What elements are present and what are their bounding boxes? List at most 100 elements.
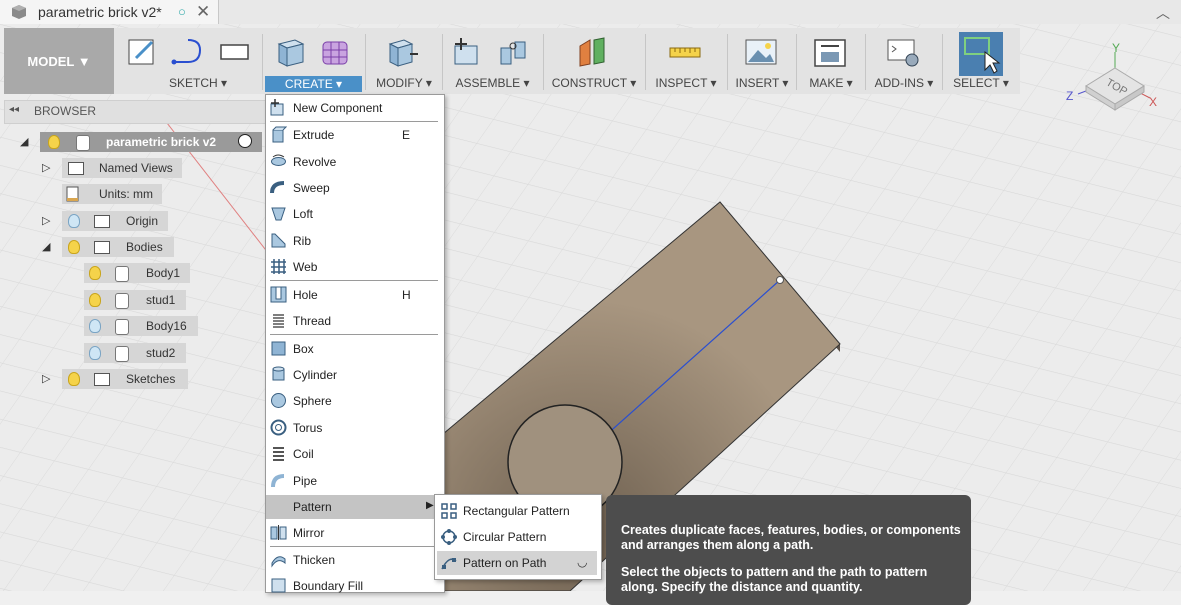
- make-menu[interactable]: MAKE ▾: [799, 76, 863, 90]
- create-menu-button[interactable]: CREATE ▾: [265, 76, 362, 92]
- create-group[interactable]: CREATE ▾: [265, 28, 362, 94]
- rectangular-pattern-icon: [441, 503, 457, 519]
- offset-plane-icon[interactable]: [576, 36, 610, 68]
- create-sketch-icon[interactable]: [126, 36, 160, 68]
- document-icon: [12, 5, 26, 19]
- insert-image-icon[interactable]: [744, 36, 778, 68]
- addins-group[interactable]: ADD-INS ▾: [868, 28, 940, 94]
- menu-item-web[interactable]: Web: [266, 255, 442, 279]
- menu-item-loft[interactable]: Loft: [266, 202, 442, 226]
- insert-group[interactable]: INSERT ▾: [730, 28, 794, 94]
- menu-divider: [270, 280, 438, 281]
- tree-item-named-views[interactable]: Named Views: [62, 158, 182, 178]
- scripts-addins-icon[interactable]: [886, 36, 920, 68]
- visibility-bulb-icon[interactable]: [89, 319, 101, 333]
- tree-item-origin[interactable]: Origin: [62, 211, 168, 231]
- construct-group[interactable]: CONSTRUCT ▾: [546, 28, 642, 94]
- visibility-bulb-icon[interactable]: [89, 346, 101, 360]
- loft-icon: [271, 207, 286, 221]
- menu-item-boundary-fill[interactable]: Boundary Fill: [266, 574, 442, 598]
- addins-menu[interactable]: ADD-INS ▾: [868, 76, 940, 90]
- menu-item-mirror[interactable]: Mirror: [266, 521, 442, 545]
- tree-root[interactable]: parametric brick v2: [40, 132, 262, 152]
- visibility-bulb-icon[interactable]: [68, 214, 80, 228]
- expanded-triangle-icon[interactable]: ◢: [20, 135, 28, 148]
- collapsed-triangle-icon[interactable]: ▷: [42, 372, 50, 385]
- make-group[interactable]: MAKE ▾: [799, 28, 863, 94]
- menu-item-torus[interactable]: Torus: [266, 416, 442, 440]
- modify-group[interactable]: MODIFY ▾: [368, 28, 440, 94]
- menu-item-rib[interactable]: Rib: [266, 229, 442, 253]
- measure-icon[interactable]: [668, 36, 702, 68]
- tree-item-bodies[interactable]: Bodies: [62, 237, 174, 257]
- workspace-model-button[interactable]: MODEL ▼: [4, 28, 114, 94]
- menu-item-pattern[interactable]: Pattern ▶: [266, 495, 442, 519]
- tree-item-units[interactable]: Units: mm: [62, 184, 162, 204]
- construct-menu[interactable]: CONSTRUCT ▾: [546, 76, 642, 90]
- menu-item-hole[interactable]: Hole H: [266, 283, 442, 307]
- menu-item-cylinder[interactable]: Cylinder: [266, 363, 442, 387]
- toolbar-divider: [442, 34, 443, 90]
- tooltip-description: Creates duplicate faces, features, bodie…: [621, 523, 961, 552]
- tree-item-label: Body1: [146, 266, 181, 280]
- visibility-bulb-icon[interactable]: [48, 135, 60, 149]
- menu-item-revolve[interactable]: Revolve: [266, 150, 442, 174]
- modify-menu[interactable]: MODIFY ▾: [368, 76, 440, 90]
- select-menu[interactable]: SELECT ▾: [945, 76, 1017, 90]
- tree-item-body1[interactable]: Body1: [84, 263, 190, 283]
- tree-item-stud2[interactable]: stud2: [84, 343, 186, 363]
- joint-icon[interactable]: [497, 36, 531, 68]
- assemble-group[interactable]: ASSEMBLE ▾: [445, 28, 540, 94]
- view-cube[interactable]: TOP Y X Z: [1060, 40, 1170, 130]
- sketch-menu[interactable]: SKETCH ▾: [138, 76, 258, 90]
- menu-item-pipe[interactable]: Pipe: [266, 469, 442, 493]
- new-component-icon[interactable]: [451, 36, 485, 68]
- sketch-group[interactable]: SKETCH ▾: [118, 28, 258, 94]
- toolbar-divider: [543, 34, 544, 90]
- menu-item-thread[interactable]: Thread: [266, 309, 442, 333]
- visibility-bulb-icon[interactable]: [89, 266, 101, 280]
- tree-item-stud1[interactable]: stud1: [84, 290, 186, 310]
- form-icon[interactable]: [319, 36, 353, 68]
- visibility-bulb-icon[interactable]: [68, 372, 80, 386]
- collapsed-triangle-icon[interactable]: ▷: [42, 161, 50, 174]
- chevron-up-icon[interactable]: ︿: [1156, 3, 1170, 23]
- menu-item-thicken[interactable]: Thicken: [266, 548, 442, 572]
- extrude-icon[interactable]: [273, 36, 307, 68]
- collapsed-triangle-icon[interactable]: ▷: [42, 214, 50, 227]
- menu-item-extrude[interactable]: Extrude E: [266, 123, 442, 147]
- menu-item-coil[interactable]: Coil: [266, 442, 442, 466]
- tree-item-label: stud2: [146, 346, 176, 360]
- collapse-browser-icon[interactable]: ◂◂: [9, 104, 19, 115]
- menu-item-sphere[interactable]: Sphere: [266, 389, 442, 413]
- assemble-menu[interactable]: ASSEMBLE ▾: [445, 76, 540, 90]
- menu-divider: [270, 334, 438, 335]
- browser-title: BROWSER: [34, 104, 97, 118]
- line-icon[interactable]: [170, 36, 204, 68]
- 3d-print-icon[interactable]: [813, 36, 847, 68]
- insert-menu[interactable]: INSERT ▾: [730, 76, 794, 90]
- menu-item-new-component[interactable]: New Component: [266, 96, 442, 120]
- pattern-on-path-icon: [441, 558, 457, 570]
- loading-spinner-icon: ◡: [577, 555, 588, 569]
- activate-radio-icon[interactable]: [238, 134, 252, 148]
- expanded-triangle-icon[interactable]: ◢: [42, 240, 50, 253]
- inspect-group[interactable]: INSPECT ▾: [648, 28, 724, 94]
- menu-item-sweep[interactable]: Sweep: [266, 176, 442, 200]
- rectangle-icon[interactable]: [218, 36, 252, 68]
- menu-item-circular-pattern[interactable]: Circular Pattern: [437, 525, 597, 549]
- visibility-bulb-icon[interactable]: [68, 240, 80, 254]
- press-pull-icon[interactable]: [386, 36, 420, 68]
- menu-item-rectangular-pattern[interactable]: Rectangular Pattern: [437, 499, 597, 523]
- tree-item-body16[interactable]: Body16: [84, 316, 198, 336]
- menu-item-box[interactable]: Box: [266, 337, 442, 361]
- tree-item-sketches[interactable]: Sketches: [62, 369, 188, 389]
- select-icon[interactable]: [959, 32, 1003, 76]
- web-icon: [271, 259, 286, 274]
- close-tab-icon[interactable]: ✕: [196, 2, 210, 22]
- inspect-menu[interactable]: INSPECT ▾: [648, 76, 724, 90]
- visibility-bulb-icon[interactable]: [89, 293, 101, 307]
- select-group[interactable]: SELECT ▾: [945, 28, 1017, 94]
- menu-item-pattern-on-path[interactable]: Pattern on Path ◡: [437, 551, 597, 575]
- torus-icon: [270, 419, 287, 436]
